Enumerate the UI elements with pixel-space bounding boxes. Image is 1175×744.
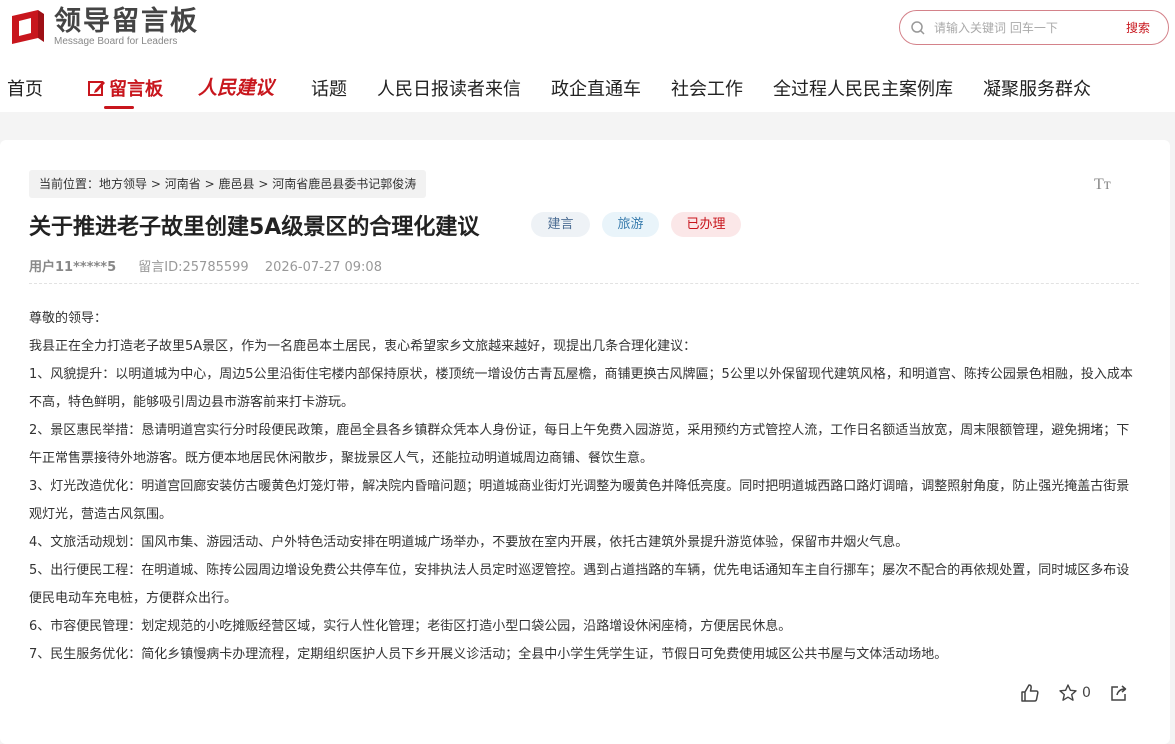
tag-tourism: 旅游: [602, 212, 659, 237]
search-box: 搜索: [899, 10, 1169, 45]
nav-active-underline: [104, 106, 134, 109]
nav-gov-biz[interactable]: 政企直通车: [551, 75, 641, 101]
main-nav: 首页 留言板 人民建议 话题 人民日报读者来信 政企直通车 社会工作 全过程人民…: [0, 62, 1175, 112]
message-board-icon: [88, 81, 105, 96]
content-paragraph: 尊敬的领导：: [29, 311, 108, 326]
search-button[interactable]: 搜索: [1126, 19, 1150, 36]
star-icon: [1059, 684, 1077, 701]
like-button[interactable]: [1020, 683, 1040, 703]
breadcrumb-prefix: 当前位置：: [39, 177, 100, 191]
post-content: 尊敬的领导： 我县正在全力打造老子故里5A景区，作为一名鹿邑本土居民，衷心希望家…: [29, 305, 1141, 669]
logo-subtitle: Message Board for Leaders: [54, 36, 178, 47]
site-logo[interactable]: 领导留言板 Message Board for Leaders: [8, 8, 199, 48]
content-paragraph: 2、景区惠民举措：恳请明道宫实行分时段便民政策，鹿邑全县各乡镇群众凭本人身份证，…: [29, 423, 1130, 466]
content-paragraph: 4、文旅活动规划：国风市集、游园活动、户外特色活动安排在明道城广场举办，不要放在…: [29, 535, 909, 550]
breadcrumb-separator: >: [150, 177, 161, 191]
site-header: 领导留言板 Message Board for Leaders 搜索: [0, 0, 1175, 58]
status-badge: 已办理: [671, 212, 741, 237]
content-paragraph: 1、风貌提升：以明道城为中心，周边5公里沿街住宅楼内部保持原状，楼顶统一增设仿古…: [29, 367, 1133, 410]
share-button[interactable]: [1109, 683, 1129, 703]
content-paragraph: 5、出行便民工程：在明道城、陈抟公园周边增设免费公共停车位，安排执法人员定时巡逻…: [29, 563, 1130, 606]
post-meta: 用户11*****5 留言ID:25785599 2026-07-27 09:0…: [29, 256, 382, 275]
tag-suggestion: 建言: [531, 212, 590, 237]
nav-home[interactable]: 首页: [7, 75, 43, 101]
content-paragraph: 3、灯光改造优化：明道宫回廊安装仿古暖黄色灯笼灯带，解决院内昏暗问题；明道城商业…: [29, 479, 1130, 522]
font-size-icon[interactable]: Tт: [1094, 176, 1111, 194]
search-input[interactable]: [934, 20, 1114, 35]
nav-gather-service[interactable]: 凝聚服务群众: [983, 75, 1091, 101]
post-message-id: 留言ID:25785599: [138, 260, 249, 275]
nav-message-board-label: 留言板: [109, 79, 163, 100]
content-paragraph: 我县正在全力打造老子故里5A景区，作为一名鹿邑本土居民，衷心希望家乡文旅越来越好…: [29, 339, 697, 354]
share-icon: [1111, 685, 1127, 701]
breadcrumb-item[interactable]: 河南省鹿邑县委书记郭俊涛: [272, 177, 416, 191]
nav-reader-letters[interactable]: 人民日报读者来信: [377, 75, 521, 101]
nav-democracy-cases[interactable]: 全过程人民民主案例库: [773, 75, 953, 101]
nav-social-work[interactable]: 社会工作: [671, 75, 743, 101]
breadcrumb-item[interactable]: 河南省: [165, 177, 201, 191]
nav-message-board[interactable]: 留言板: [87, 75, 163, 101]
nav-rmjy[interactable]: 人民建议: [198, 73, 274, 100]
breadcrumb-separator: >: [258, 177, 269, 191]
breadcrumb-separator: >: [204, 177, 215, 191]
breadcrumb-item[interactable]: 地方领导: [99, 177, 147, 191]
breadcrumb-item[interactable]: 鹿邑县: [218, 177, 254, 191]
breadcrumb: 当前位置：地方领导 > 河南省 > 鹿邑县 > 河南省鹿邑县委书记郭俊涛: [29, 170, 427, 198]
search-icon: [911, 20, 925, 35]
post-datetime: 2026-07-27 09:08: [264, 260, 382, 275]
star-button[interactable]: 0: [1058, 683, 1091, 703]
content-paragraph: 7、民生服务优化：简化乡镇慢病卡办理流程，定期组织医护人员下乡开展义诊活动；全县…: [29, 647, 948, 662]
logo-mark-icon: [8, 8, 48, 48]
post-user: 用户11*****5: [29, 260, 117, 275]
divider: [29, 283, 1139, 284]
content-paragraph: 6、市容便民管理：划定规范的小吃摊贩经营区域，实行人性化管理；老街区打造小型口袋…: [29, 619, 792, 634]
nav-topics[interactable]: 话题: [311, 75, 347, 101]
thumbs-up-icon: [1021, 684, 1039, 702]
star-count: 0: [1082, 685, 1091, 701]
post-title: 关于推进老子故里创建5A级景区的合理化建议: [29, 215, 480, 240]
post-actions: 0: [1020, 683, 1129, 703]
logo-title: 领导留言板: [54, 6, 199, 37]
